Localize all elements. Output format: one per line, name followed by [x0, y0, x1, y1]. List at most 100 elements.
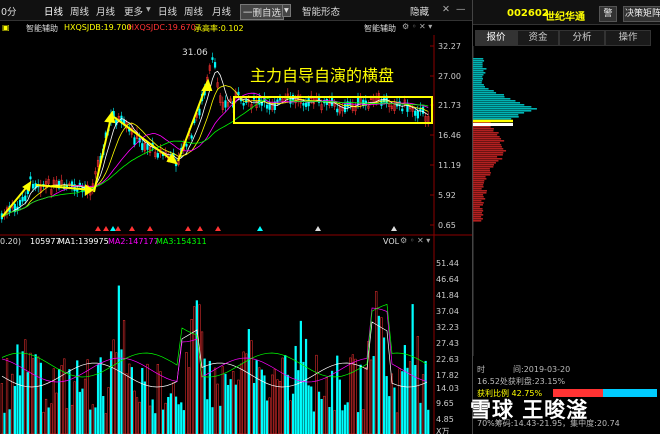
- kline-chart[interactable]: 32.27 27.00 21.73 16.46 11.19 5.92 0.65 51.44 4…: [0, 35, 472, 434]
- chip-bar: [473, 132, 499, 134]
- chip-bar: [473, 74, 484, 76]
- decision-matrix-button[interactable]: 决策矩阵: [623, 6, 660, 22]
- period-tab-day[interactable]: 日线: [44, 4, 63, 18]
- chip-cost-marker: [473, 123, 513, 126]
- volume-bar: [312, 411, 315, 434]
- minimize-icon[interactable]: —: [456, 4, 466, 15]
- volume-bar: [239, 363, 243, 434]
- volume-bar: [143, 381, 146, 434]
- volume-bar: [125, 373, 128, 434]
- volume-bar: [146, 363, 149, 434]
- volume-bar: [89, 409, 92, 434]
- volume-bar: [398, 368, 401, 434]
- volume-bar: [265, 400, 269, 434]
- chip-bar: [473, 62, 483, 64]
- profit-bar-cyan: [603, 389, 657, 397]
- more-menu[interactable]: 更多: [124, 4, 143, 18]
- tool-month[interactable]: 月线: [212, 4, 231, 18]
- chip-bar: [473, 172, 491, 174]
- volume-bar: [351, 354, 354, 434]
- period-tab-month[interactable]: 月线: [96, 4, 115, 18]
- volume-bar: [330, 370, 334, 434]
- tool-week[interactable]: 周线: [184, 4, 203, 18]
- tab-funds[interactable]: 资金: [517, 30, 559, 46]
- volume-bar: [338, 379, 341, 434]
- volume-bar: [198, 304, 201, 434]
- price-tick: 32.27: [438, 42, 461, 51]
- chip-bar: [473, 64, 483, 66]
- candle: [211, 57, 214, 60]
- chip-bar: [473, 116, 519, 118]
- indicator-right-label[interactable]: 智能辅助: [364, 23, 396, 34]
- volume-bar: [219, 405, 222, 434]
- candle: [213, 62, 217, 68]
- vol-label[interactable]: VOL: [383, 237, 399, 246]
- chip-bar: [473, 180, 485, 182]
- alert-button[interactable]: 警: [599, 6, 617, 22]
- vol-tools-icons[interactable]: ⚙ ◦ ✕ ▾: [400, 236, 430, 245]
- volume-bar: [39, 362, 42, 434]
- volume-bar: [245, 353, 248, 434]
- tool-day[interactable]: 日线: [158, 4, 177, 18]
- volume-bar: [65, 408, 68, 434]
- volume-bar: [346, 402, 349, 434]
- volume-bar: [73, 381, 76, 434]
- signal-marker: [197, 226, 203, 231]
- chip-bar: [473, 88, 489, 90]
- volume-bar: [268, 397, 271, 434]
- price-tick: 27.00: [438, 72, 461, 81]
- volume-bar: [255, 360, 258, 434]
- signal-marker: [315, 226, 321, 231]
- signal-marker: [103, 226, 109, 231]
- signal-marker: [215, 226, 221, 231]
- chip-bar: [473, 168, 490, 170]
- tab-analysis[interactable]: 分析: [559, 30, 605, 46]
- tab-quote[interactable]: 报价: [475, 30, 517, 46]
- volume-bar: [359, 364, 362, 434]
- combo-dropdown-icon[interactable]: ▾: [282, 4, 291, 17]
- indicator-name[interactable]: 智能辅助: [26, 23, 58, 34]
- tab-operate[interactable]: 操作: [605, 30, 651, 46]
- volume-bar: [401, 371, 404, 434]
- ma3-value: MA3:154311: [156, 237, 207, 246]
- indicator-tools-icons[interactable]: ⚙ ◦ ✕ ▾: [402, 22, 432, 31]
- volume-bar: [369, 359, 373, 434]
- signal-marker: [95, 226, 101, 231]
- signal-marker: [115, 226, 121, 231]
- chip-bar: [473, 152, 504, 154]
- chip-bar: [473, 118, 512, 120]
- smart-form-button[interactable]: 智能形态: [302, 4, 340, 18]
- signal-marker: [185, 226, 191, 231]
- chip-bar: [473, 164, 495, 166]
- volume-bar: [31, 358, 35, 434]
- chip-bar: [473, 128, 494, 130]
- volume-bar: [216, 383, 219, 434]
- stock-header: 002602 世纪华通 警 决策矩阵: [473, 0, 660, 25]
- volume-bar: [271, 374, 274, 434]
- more-dropdown-icon[interactable]: ▾: [146, 4, 151, 15]
- chip-bar: [473, 150, 507, 152]
- chip-bar: [473, 68, 487, 70]
- volume-bar: [299, 320, 302, 434]
- volume-bar: [151, 399, 154, 434]
- volume-bar: [393, 387, 396, 434]
- volume-bar: [70, 404, 74, 434]
- chip-bar: [473, 194, 484, 196]
- period-tab-partial[interactable]: 0分: [1, 4, 17, 18]
- volume-bar: [187, 367, 191, 434]
- volume-bar: [63, 358, 66, 434]
- candle: [401, 108, 404, 112]
- chip-bar: [473, 58, 484, 60]
- candle: [414, 110, 417, 116]
- candle: [156, 153, 159, 158]
- candle: [198, 108, 201, 116]
- volume-bar: [382, 337, 386, 434]
- self-select-combo[interactable]: 一删自选: [240, 4, 285, 20]
- period-tab-week[interactable]: 周线: [70, 4, 89, 18]
- volume-bar: [122, 320, 126, 434]
- close-icon[interactable]: ✕: [442, 4, 450, 15]
- volume-bar: [177, 404, 180, 434]
- chip-bar: [473, 140, 505, 142]
- signal-marker: [147, 226, 153, 231]
- hide-button[interactable]: 隐藏: [410, 4, 429, 18]
